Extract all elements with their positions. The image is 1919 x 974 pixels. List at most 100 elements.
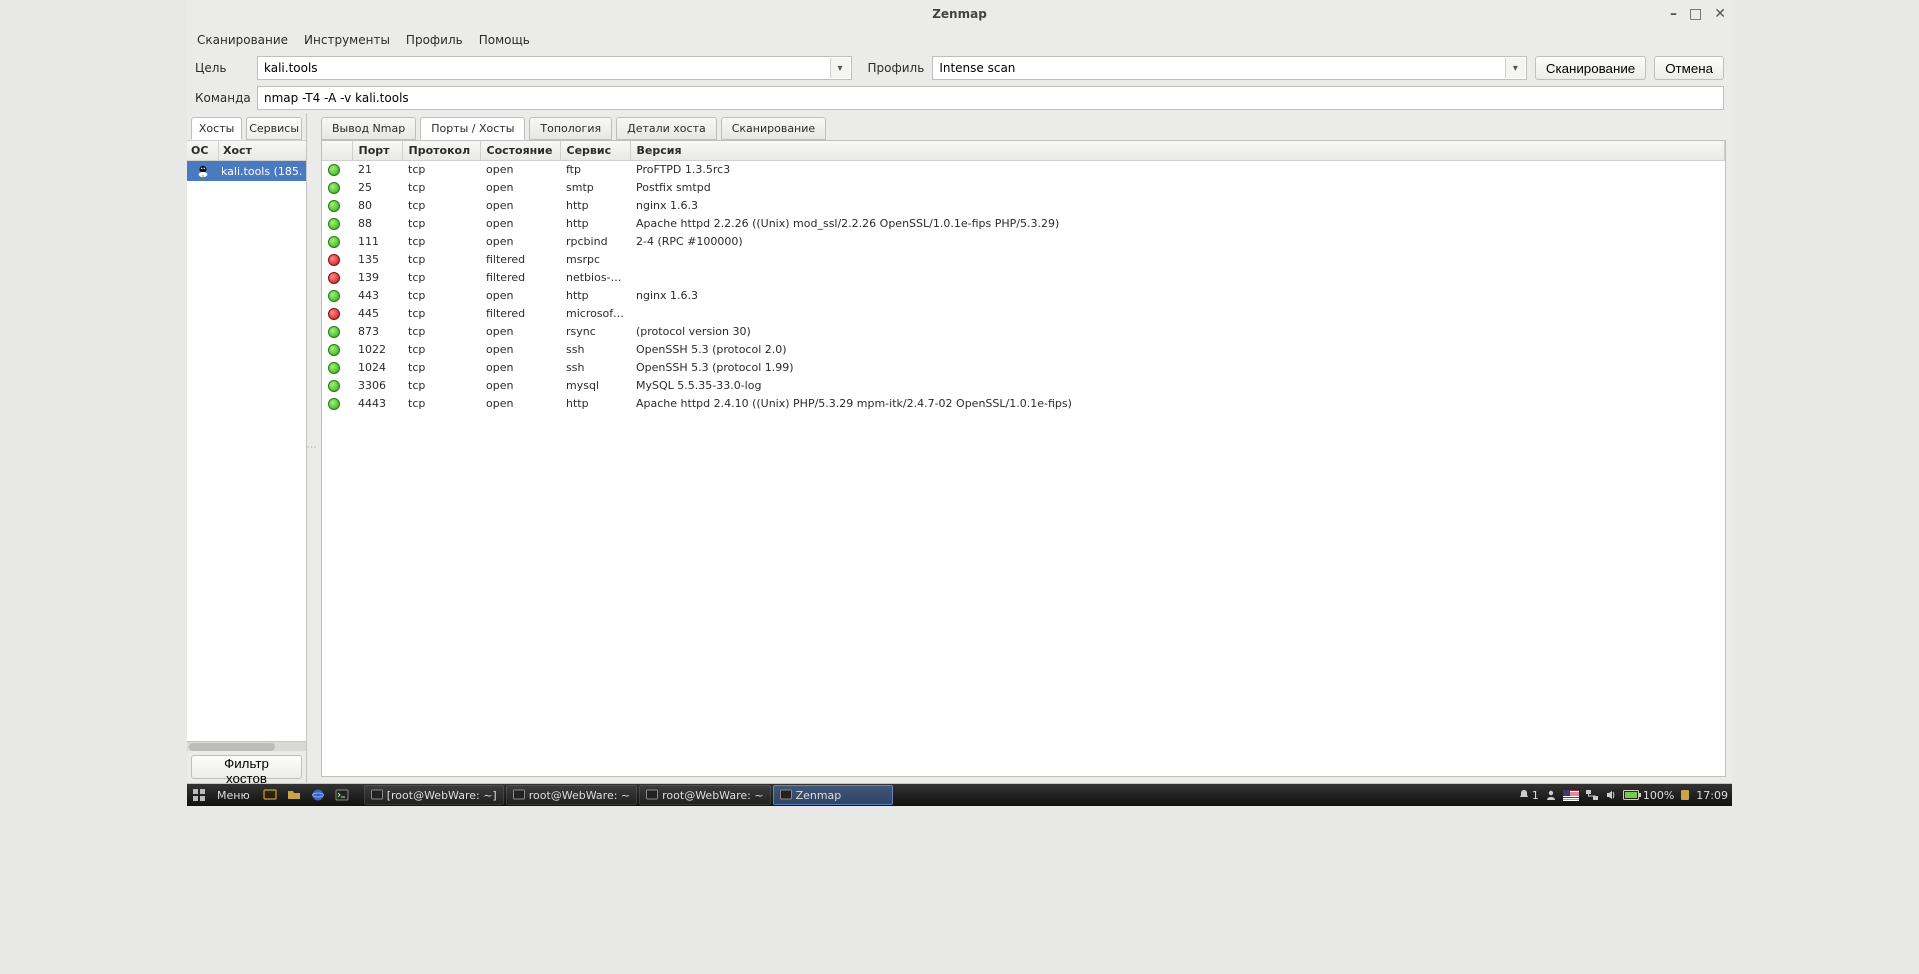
command-input[interactable] <box>257 86 1724 110</box>
state-dot-icon <box>328 254 340 266</box>
network-icon[interactable] <box>1585 789 1599 801</box>
chevron-down-icon[interactable]: ▾ <box>830 58 850 78</box>
user-icon[interactable] <box>1545 789 1557 801</box>
port-row[interactable]: 3306tcpopenmysqlMySQL 5.5.35-33.0-log <box>322 377 1725 395</box>
port-cell: 443 <box>352 287 402 305</box>
minimize-icon[interactable]: – <box>1670 0 1677 28</box>
right-pane: Вывод Nmap Порты / Хосты Топология Детал… <box>315 113 1732 783</box>
clock[interactable]: 17:09 <box>1696 789 1728 802</box>
service-cell: smtp <box>560 179 630 197</box>
state-dot-icon <box>328 164 340 176</box>
protocol-cell: tcp <box>402 323 480 341</box>
browser-icon[interactable] <box>308 785 328 805</box>
terminal-icon[interactable] <box>332 785 352 805</box>
port-row[interactable]: 873tcpopenrsync(protocol version 30) <box>322 323 1725 341</box>
service-cell: microsoft-ds <box>560 305 630 323</box>
right-tabs: Вывод Nmap Порты / Хосты Топология Детал… <box>315 113 1732 140</box>
protocol-cell: tcp <box>402 179 480 197</box>
col-service[interactable]: Сервис <box>560 141 630 161</box>
menu-scan[interactable]: Сканирование <box>195 31 290 49</box>
port-row[interactable]: 111tcpopenrpcbind2-4 (RPC #100000) <box>322 233 1725 251</box>
clipboard-icon[interactable] <box>1680 789 1690 801</box>
state-dot-icon <box>328 380 340 392</box>
cancel-button[interactable]: Отмена <box>1654 56 1724 80</box>
col-state[interactable]: Состояние <box>480 141 560 161</box>
port-row[interactable]: 4443tcpopenhttpApache httpd 2.4.10 ((Uni… <box>322 395 1725 413</box>
menu-profile[interactable]: Профиль <box>404 31 465 49</box>
col-port[interactable]: Порт <box>352 141 402 161</box>
host-list-header: ОС Хост <box>187 140 306 161</box>
port-row[interactable]: 1022tcpopensshOpenSSH 5.3 (protocol 2.0) <box>322 341 1725 359</box>
maximize-icon[interactable]: □ <box>1689 0 1702 28</box>
port-row[interactable]: 135tcpfilteredmsrpc <box>322 251 1725 269</box>
target-row: Цель ▾ Профиль ▾ Сканирование Отмена <box>187 53 1732 83</box>
port-cell: 80 <box>352 197 402 215</box>
chevron-down-icon[interactable]: ▾ <box>1505 58 1525 78</box>
taskbar-menu[interactable]: Меню <box>211 785 256 805</box>
host-row[interactable]: kali.tools (185. <box>187 161 306 181</box>
tab-services[interactable]: Сервисы <box>246 117 302 140</box>
target-combo[interactable]: ▾ <box>257 56 852 80</box>
file-manager-icon[interactable] <box>284 785 304 805</box>
profile-input[interactable] <box>932 56 1527 80</box>
volume-icon[interactable] <box>1605 789 1617 801</box>
tab-scans[interactable]: Сканирование <box>721 117 826 140</box>
state-cell: open <box>480 215 560 233</box>
state-cell: open <box>480 341 560 359</box>
state-dot-icon <box>328 218 340 230</box>
port-row[interactable]: 1024tcpopensshOpenSSH 5.3 (protocol 1.99… <box>322 359 1725 377</box>
tab-hosts[interactable]: Хосты <box>191 117 242 140</box>
col-version[interactable]: Версия <box>630 141 1725 161</box>
tab-topology[interactable]: Топология <box>529 117 612 140</box>
state-dot-icon <box>328 326 340 338</box>
bell-icon[interactable]: 1 <box>1518 789 1539 802</box>
taskbar-task[interactable]: root@WebWare: ~ <box>506 785 637 805</box>
host-list-scrollbar[interactable] <box>187 741 306 751</box>
terminal-icon <box>646 789 658 801</box>
protocol-cell: tcp <box>402 377 480 395</box>
apps-icon[interactable] <box>189 785 209 805</box>
port-row[interactable]: 139tcpfilterednetbios-ssn <box>322 269 1725 287</box>
pane-resize-handle[interactable]: ⋮ <box>307 113 315 783</box>
menu-tools[interactable]: Инструменты <box>302 31 392 49</box>
filter-hosts-button[interactable]: Фильтр хостов <box>191 755 302 779</box>
version-cell: OpenSSH 5.3 (protocol 2.0) <box>630 341 1725 359</box>
version-cell <box>630 305 1725 323</box>
port-row[interactable]: 88tcpopenhttpApache httpd 2.2.26 ((Unix)… <box>322 215 1725 233</box>
state-dot-icon <box>328 344 340 356</box>
tab-ports-hosts[interactable]: Порты / Хосты <box>420 117 525 140</box>
port-row[interactable]: 80tcpopenhttpnginx 1.6.3 <box>322 197 1725 215</box>
taskbar-task[interactable]: Zenmap <box>773 785 893 805</box>
tab-nmap-output[interactable]: Вывод Nmap <box>321 117 416 140</box>
target-input[interactable] <box>257 56 852 80</box>
state-dot-icon <box>328 308 340 320</box>
tab-host-details[interactable]: Детали хоста <box>616 117 717 140</box>
port-row[interactable]: 443tcpopenhttpnginx 1.6.3 <box>322 287 1725 305</box>
taskbar-task[interactable]: [root@WebWare: ~] <box>364 785 504 805</box>
menu-help[interactable]: Помощь <box>477 31 532 49</box>
state-cell: open <box>480 377 560 395</box>
taskbar-task[interactable]: root@WebWare: ~ <box>639 785 770 805</box>
close-icon[interactable]: ✕ <box>1714 0 1726 28</box>
port-cell: 88 <box>352 215 402 233</box>
col-host-header[interactable]: Хост <box>219 141 306 160</box>
show-desktop-icon[interactable] <box>260 785 280 805</box>
state-dot-cell <box>322 269 352 287</box>
task-label: Zenmap <box>796 789 842 802</box>
col-protocol[interactable]: Протокол <box>402 141 480 161</box>
host-list[interactable]: kali.tools (185. <box>187 161 306 741</box>
port-row[interactable]: 21tcpopenftpProFTPD 1.3.5rc3 <box>322 161 1725 179</box>
port-row[interactable]: 25tcpopensmtpPostfix smtpd <box>322 179 1725 197</box>
battery-status[interactable]: 100% <box>1623 789 1674 802</box>
service-cell: rsync <box>560 323 630 341</box>
state-cell: filtered <box>480 269 560 287</box>
profile-combo[interactable]: ▾ <box>932 56 1527 80</box>
service-cell: msrpc <box>560 251 630 269</box>
ports-table-wrap[interactable]: Порт Протокол Состояние Сервис Версия 21… <box>321 140 1726 777</box>
keyboard-layout-flag-icon[interactable] <box>1563 790 1579 801</box>
scan-button[interactable]: Сканирование <box>1535 56 1646 80</box>
col-os-header[interactable]: ОС <box>187 141 219 160</box>
port-row[interactable]: 445tcpfilteredmicrosoft-ds <box>322 305 1725 323</box>
col-state-dot[interactable] <box>322 141 352 161</box>
main-body: Хосты Сервисы ОС Хост kali.tools (185. Ф… <box>187 113 1732 783</box>
